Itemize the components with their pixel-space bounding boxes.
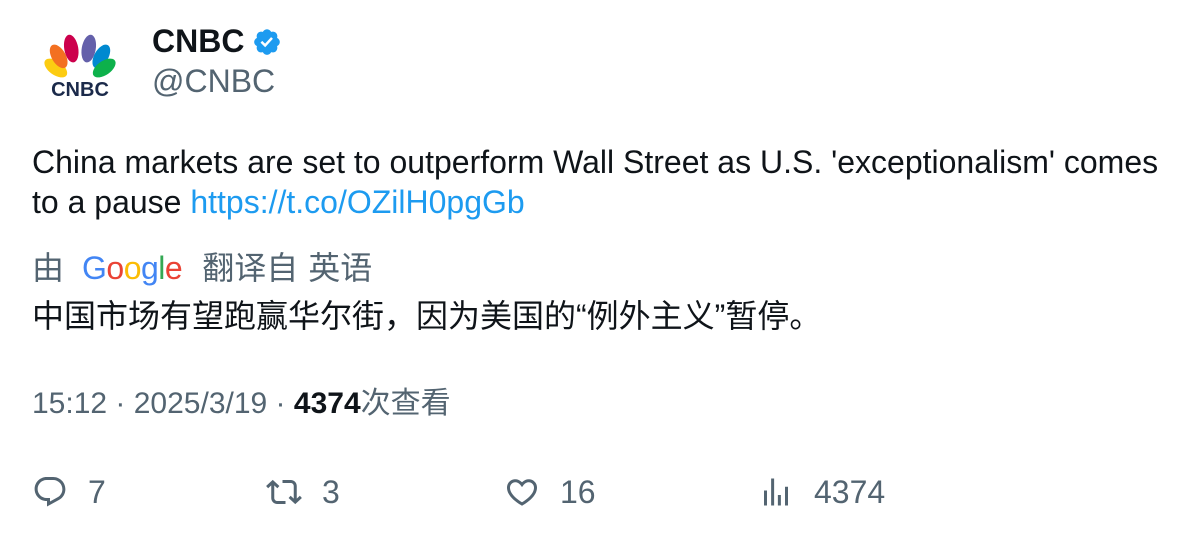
cnbc-peacock-logo: CNBC — [44, 34, 116, 101]
heart-icon — [506, 479, 538, 506]
reply-count: 7 — [88, 474, 106, 510]
reply-icon — [34, 477, 66, 507]
views-label: 次查看 — [360, 387, 451, 420]
like-button[interactable]: 16 — [504, 470, 596, 514]
translated-text: 中国市场有望跑赢华尔街，因为美国的“例外主义”暂停。 — [32, 298, 822, 334]
retweet-count: 3 — [322, 474, 340, 510]
like-count: 16 — [560, 474, 596, 510]
svg-text:CNBC: CNBC — [51, 79, 109, 101]
reply-button[interactable]: 7 — [32, 470, 106, 514]
author-handle[interactable]: @CNBC — [152, 62, 275, 100]
tweet-date[interactable]: 2025/3/19 — [134, 384, 267, 424]
views-count: 4374 — [293, 387, 361, 420]
verified-badge-icon[interactable] — [252, 27, 282, 57]
translation-attribution: 由 Google 翻译自 英语 — [32, 248, 372, 288]
tweet: CNBC CNBC @CNBC China markets are set to… — [0, 0, 1196, 538]
google-logo: Google — [82, 250, 183, 286]
views-action-count: 4374 — [814, 474, 886, 510]
author-name[interactable]: CNBC — [152, 22, 282, 60]
translate-by-label: 由 — [32, 250, 65, 286]
avatar[interactable]: CNBC — [32, 30, 128, 102]
analytics-icon — [764, 478, 788, 506]
translate-from-label: 翻译自 — [202, 250, 299, 286]
tweet-meta: 15:12 · 2025/3/19 · 4374 次查看 — [32, 384, 451, 424]
views-button[interactable]: 4374 — [758, 470, 885, 514]
action-bar: 7 3 16 4374 — [0, 470, 1196, 514]
display-name-text[interactable]: CNBC — [152, 22, 244, 60]
tweet-text: China markets are set to outperform Wall… — [32, 142, 1172, 222]
source-language: 英语 — [308, 250, 373, 286]
retweet-button[interactable]: 3 — [266, 470, 340, 514]
tweet-time[interactable]: 15:12 — [32, 384, 107, 424]
retweet-icon — [266, 479, 302, 505]
tweet-link[interactable]: https://t.co/OZilH0pgGb — [190, 184, 524, 220]
meta-separator-2: · — [267, 387, 294, 420]
meta-separator: · — [107, 387, 134, 420]
